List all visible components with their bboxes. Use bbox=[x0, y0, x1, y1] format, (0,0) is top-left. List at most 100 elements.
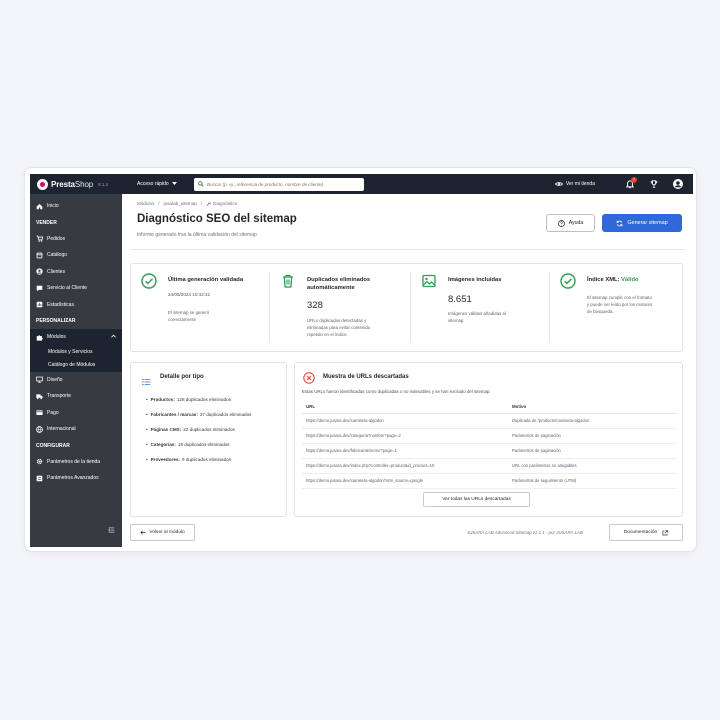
chart-icon bbox=[36, 301, 43, 308]
discarded-urls-desc: Estas URLs fueron identificadas como dup… bbox=[302, 389, 491, 394]
generate-sitemap-button[interactable]: Generar sitemap bbox=[602, 214, 682, 232]
discarded-urls-title: Muestra de URLs descartadas bbox=[323, 374, 409, 380]
sidebar-subitem-catalogo-modulos[interactable]: Catálogo de Módulos bbox=[30, 359, 122, 372]
external-link-icon bbox=[662, 529, 668, 535]
sidebar-item-label: Internacional bbox=[47, 426, 76, 433]
breadcrumb-diagnostico: Diagnóstico bbox=[213, 201, 238, 206]
collapse-sidebar-icon[interactable] bbox=[108, 520, 115, 538]
trash-icon bbox=[280, 273, 296, 294]
sidebar-item-pago[interactable]: Pago bbox=[30, 405, 122, 422]
table-header-row: URL Motivo bbox=[302, 400, 677, 414]
question-circle-icon bbox=[557, 219, 565, 227]
url-cell[interactable]: https://demo.jusara.dev/camiseta-algodon… bbox=[302, 473, 508, 489]
column-header-url: URL bbox=[302, 400, 508, 414]
sidebar-item-label: Inicio bbox=[47, 203, 59, 210]
back-to-module-button[interactable]: Volver al módulo bbox=[130, 524, 195, 541]
stat-last-generation: Última generación validada 24/05/2024 10… bbox=[131, 264, 269, 353]
help-label: Ayuda bbox=[568, 220, 584, 226]
image-icon bbox=[421, 273, 437, 294]
stat-duplicates: Duplicados eliminados automáticamente 328… bbox=[270, 264, 410, 353]
sidebar-item-parametros-avanzados[interactable]: Parámetros Avanzados bbox=[30, 470, 122, 487]
breadcrumb-separator: / bbox=[158, 201, 160, 206]
sidebar-item-servicio[interactable]: Servicio al Cliente bbox=[30, 280, 122, 297]
puzzle-icon bbox=[36, 334, 43, 341]
sidebar-subitem-modulos-servicios[interactable]: Módulos y Servicios bbox=[30, 346, 122, 359]
check-circle-icon bbox=[560, 273, 576, 294]
eye-icon bbox=[554, 182, 563, 186]
main-content: Módulos / jusalab_sitemap / Diagnóstico … bbox=[122, 194, 693, 547]
caret-down-icon bbox=[171, 182, 177, 185]
logo-text: PrestaShop bbox=[51, 179, 94, 189]
url-cell[interactable]: https://demo.jusara.dev/index.php?contro… bbox=[302, 458, 508, 474]
user-avatar-icon bbox=[673, 179, 683, 189]
prestashop-logo-icon bbox=[37, 178, 48, 190]
list-item: Categorías:18 duplicados eliminados bbox=[146, 442, 251, 457]
sidebar-item-label: Clientes bbox=[47, 268, 66, 275]
sidebar-item-clientes[interactable]: Clientes bbox=[30, 264, 122, 281]
cart-icon bbox=[36, 235, 43, 242]
sidebar-item-diseno[interactable]: Diseño bbox=[30, 372, 122, 389]
stat-desc: Imágenes válidas añadidas al sitemap. bbox=[448, 311, 506, 323]
quick-access-label: Acceso rápido bbox=[137, 181, 169, 187]
sidebar-item-internacional[interactable]: Internacional bbox=[30, 421, 122, 438]
sidebar-submenu-modulos: Módulos y Servicios Catálogo de Módulos bbox=[30, 345, 122, 372]
chat-icon bbox=[36, 285, 43, 292]
trophy-icon bbox=[650, 180, 658, 188]
stats-card: Última generación validada 24/05/2024 10… bbox=[130, 263, 683, 352]
top-bar: PrestaShop 8.1.4 Acceso rápido Ver mi ti… bbox=[30, 174, 693, 194]
sidebar-item-label: Catálogo bbox=[47, 252, 68, 259]
sidebar-item-inicio[interactable]: Inicio bbox=[30, 198, 122, 215]
tips-button[interactable] bbox=[647, 177, 661, 191]
view-all-urls-button[interactable]: Ver todas las URLs descartadas bbox=[423, 492, 530, 507]
chevron-up-icon bbox=[111, 334, 116, 340]
breadcrumb-jusalab-sitemap[interactable]: jusalab_sitemap bbox=[164, 201, 197, 206]
view-shop-link[interactable]: Ver mi tienda bbox=[554, 181, 595, 187]
sidebar-section-vender: VENDER bbox=[36, 219, 57, 226]
url-cell[interactable]: https://demo.jusara.dev/camiseta-algodon bbox=[302, 413, 508, 429]
help-button[interactable]: Ayuda bbox=[546, 214, 595, 232]
sidebar-item-label: Estadísticas bbox=[47, 301, 74, 308]
column-header-reason: Motivo bbox=[508, 400, 677, 414]
prestashop-logo[interactable]: PrestaShop 8.1.4 bbox=[30, 178, 132, 190]
sidebar-item-label: Pedidos bbox=[47, 235, 66, 242]
store-icon bbox=[36, 252, 43, 259]
stat-value: 8.651 bbox=[448, 294, 472, 305]
stat-xml-index: Índice XML: Válido El sitemap cumple con… bbox=[550, 264, 684, 353]
table-row: https://demo.jusara.dev/fabricante/acme?… bbox=[302, 443, 677, 459]
url-cell[interactable]: https://demo.jusara.dev/fabricante/acme?… bbox=[302, 443, 508, 459]
stat-title: Duplicados eliminados automáticamente bbox=[307, 277, 371, 291]
app-frame: PrestaShop 8.1.4 Acceso rápido Ver mi ti… bbox=[24, 167, 697, 552]
generate-sitemap-label: Generar sitemap bbox=[627, 220, 668, 226]
back-label: Volver al módulo bbox=[149, 530, 185, 535]
sidebar-item-transporte[interactable]: Transporte bbox=[30, 388, 122, 405]
header-divider bbox=[130, 249, 685, 250]
list-item: Fabricantes / marcas:37 duplicados elimi… bbox=[146, 412, 252, 427]
sidebar-item-modulos[interactable]: Módulos bbox=[30, 329, 122, 346]
sidebar-item-parametros-tienda[interactable]: Parámetros de la tienda bbox=[30, 454, 122, 471]
breadcrumb-current: Diagnóstico bbox=[206, 201, 237, 206]
monitor-icon bbox=[36, 376, 43, 383]
stat-desc: El sitemap se generó correctamente bbox=[168, 310, 210, 322]
notifications-button[interactable]: 7 bbox=[623, 177, 637, 191]
quick-access-button[interactable]: Acceso rápido bbox=[137, 181, 194, 187]
reason-cell: Parámetros de seguimiento (UTM) bbox=[508, 473, 677, 489]
discarded-urls-table: URL Motivo https://demo.jusara.dev/camis… bbox=[302, 400, 677, 489]
footer-credit: JUSARA LAB Advanced Sitemap v2.1.1 - por… bbox=[467, 530, 583, 535]
breadcrumb-modulos[interactable]: Módulos bbox=[137, 201, 154, 206]
sidebar-item-catalogo[interactable]: Catálogo bbox=[30, 247, 122, 264]
profile-button[interactable] bbox=[671, 177, 685, 191]
stat-value: 328 bbox=[307, 300, 323, 311]
search-box[interactable] bbox=[194, 177, 364, 191]
sidebar-item-label: Parámetros de la tienda bbox=[47, 458, 101, 465]
sidebar-item-estadisticas[interactable]: Estadísticas bbox=[30, 297, 122, 314]
table-row: https://demo.jusara.dev/camiseta-algodon… bbox=[302, 413, 677, 429]
detail-title: Detalle por tipo bbox=[160, 374, 204, 380]
search-input[interactable] bbox=[207, 181, 357, 187]
stat-images: Imágenes incluidas 8.651 Imágenes válida… bbox=[411, 264, 549, 353]
sidebar-item-pedidos[interactable]: Pedidos bbox=[30, 231, 122, 248]
list-item: Productos:128 duplicados eliminados bbox=[146, 397, 251, 412]
sidebar-item-label: Módulos bbox=[47, 334, 66, 341]
url-cell[interactable]: https://demo.jusara.dev/categoria?nombre… bbox=[302, 428, 508, 444]
user-circle-icon bbox=[36, 268, 43, 275]
documentation-button[interactable]: Documentación bbox=[609, 524, 683, 541]
